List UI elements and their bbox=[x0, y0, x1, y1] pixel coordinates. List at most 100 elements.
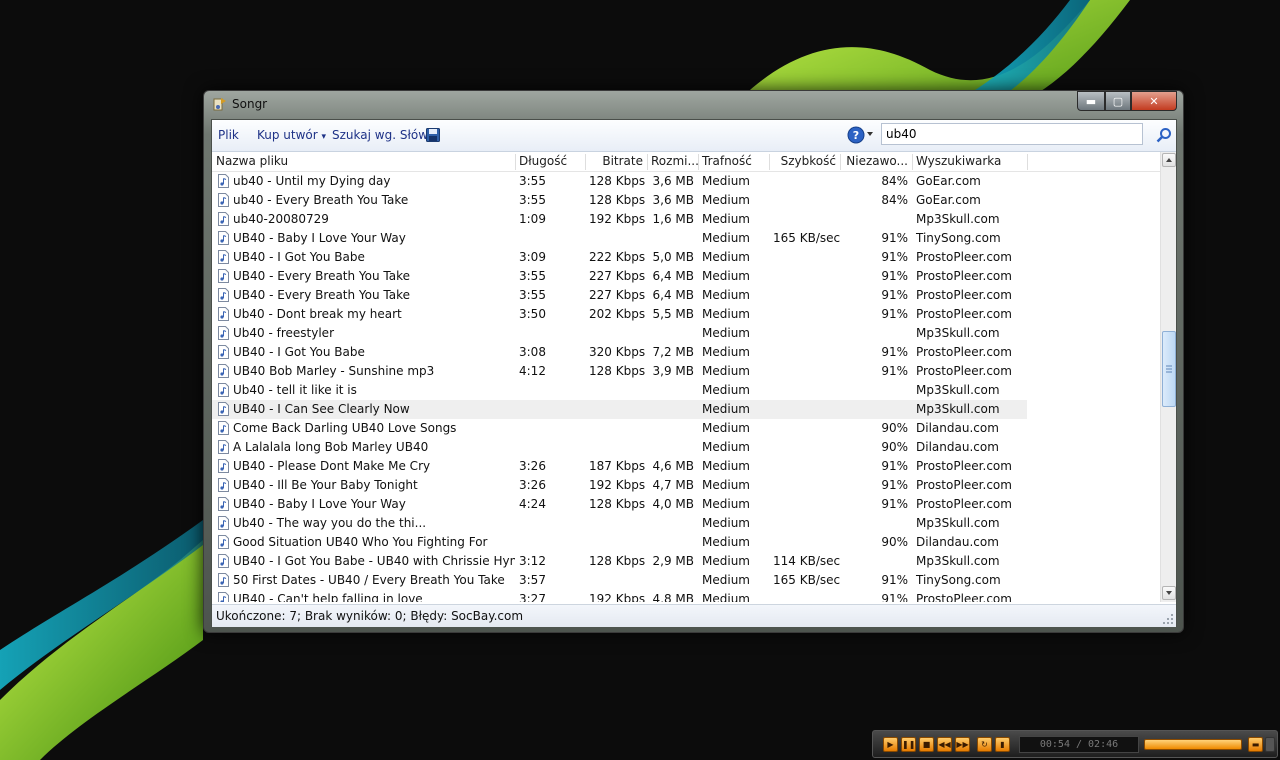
col-filename: Ub40 - freestyler bbox=[233, 326, 334, 340]
title-bar[interactable]: Songr ▬ ▢ ✕ bbox=[204, 91, 1183, 117]
vertical-scrollbar[interactable] bbox=[1160, 152, 1176, 602]
col-size: 2,9 MB bbox=[652, 554, 694, 568]
table-row[interactable]: UB40 - I Got You Babe 3:08 320 Kbps 7,2 MB M… bbox=[212, 343, 1160, 362]
column-separator[interactable] bbox=[698, 154, 699, 170]
column-header-engine[interactable]: Wyszukiwarka bbox=[912, 152, 1027, 171]
pause-icon[interactable]: ❚❚ bbox=[901, 737, 916, 752]
col-relevance: Medium bbox=[702, 174, 750, 188]
table-row[interactable]: 50 First Dates - UB40 / Every Breath You… bbox=[212, 571, 1160, 590]
col-size: 4,8 MB bbox=[652, 592, 694, 602]
column-separator[interactable] bbox=[515, 154, 516, 170]
table-row[interactable]: ub40 - Every Breath You Take 3:55 128 Kbps… bbox=[212, 191, 1160, 210]
table-row[interactable]: UB40 Bob Marley - Sunshine mp3 4:12 128 Kb… bbox=[212, 362, 1160, 381]
save-icon[interactable] bbox=[426, 128, 440, 142]
column-separator[interactable] bbox=[769, 154, 770, 170]
table-row[interactable]: Good Situation UB40 Who You Fighting For… bbox=[212, 533, 1160, 552]
next-icon[interactable]: ▶▶ bbox=[955, 737, 970, 752]
column-separator[interactable] bbox=[912, 154, 913, 170]
table-row[interactable]: Ub40 - freestyler Medium Mp3Skull.com bbox=[212, 324, 1160, 343]
col-reliability: 90% bbox=[881, 440, 908, 454]
col-length bbox=[515, 400, 585, 419]
column-header-relevance[interactable]: Trafność bbox=[698, 152, 769, 171]
column-header-reliability[interactable]: Niezawo... bbox=[840, 152, 912, 171]
column-separator[interactable] bbox=[585, 154, 586, 170]
equalizer-icon[interactable]: ▮ bbox=[995, 737, 1010, 752]
col-relevance: Medium bbox=[702, 250, 750, 264]
search-icon[interactable] bbox=[1156, 127, 1172, 143]
col-engine: ProstoPleer.com bbox=[916, 307, 1012, 321]
table-row[interactable]: UB40 - I Got You Babe - UB40 with Chriss… bbox=[212, 552, 1160, 571]
column-header-filename[interactable]: Nazwa pliku bbox=[212, 152, 515, 171]
col-filename: Ub40 - The way you do the thi... bbox=[233, 516, 427, 530]
player-edge-icon[interactable] bbox=[1265, 737, 1275, 752]
play-icon[interactable]: ▶ bbox=[883, 737, 898, 752]
col-filename: ub40 - Until my Dying day bbox=[233, 174, 391, 188]
col-engine: ProstoPleer.com bbox=[916, 592, 1012, 602]
col-speed bbox=[769, 343, 840, 362]
scroll-down-button[interactable] bbox=[1162, 586, 1176, 600]
col-filename: UB40 - Can't help falling in love bbox=[233, 592, 423, 602]
client-area: Plik Kup utwór ▾ Szukaj wg. Słów ? Nazwa… bbox=[211, 119, 1177, 627]
table-row[interactable]: ub40-20080729 1:09 192 Kbps 1,6 MB Medium Mp3… bbox=[212, 210, 1160, 229]
stop-icon[interactable]: ■ bbox=[919, 737, 934, 752]
table-row[interactable]: UB40 - Baby I Love Your Way 4:24 128 Kbps 4… bbox=[212, 495, 1160, 514]
minimize-button[interactable]: ▬ bbox=[1077, 91, 1105, 111]
column-separator[interactable] bbox=[647, 154, 648, 170]
column-header-speed[interactable]: Szybkość bbox=[769, 152, 840, 171]
table-row[interactable]: UB40 - Can't help falling in love 3:27 192… bbox=[212, 590, 1160, 602]
help-icon[interactable]: ? bbox=[847, 126, 865, 144]
col-length: 3:09 bbox=[519, 250, 546, 264]
column-header-bitrate[interactable]: Bitrate bbox=[585, 152, 647, 171]
scroll-up-button[interactable] bbox=[1162, 153, 1176, 167]
results-list[interactable]: Nazwa pliku Długość Bitrate Rozmi... Trafnoś… bbox=[212, 152, 1176, 602]
col-relevance: Medium bbox=[702, 288, 750, 302]
close-button[interactable]: ✕ bbox=[1131, 91, 1177, 111]
col-length bbox=[515, 381, 585, 400]
search-input[interactable] bbox=[881, 123, 1143, 145]
volume-slider[interactable] bbox=[1144, 739, 1242, 750]
previous-icon[interactable]: ◀◀ bbox=[937, 737, 952, 752]
repeat-icon[interactable]: ↻ bbox=[977, 737, 992, 752]
music-file-icon bbox=[218, 288, 229, 302]
col-filename: UB40 Bob Marley - Sunshine mp3 bbox=[233, 364, 435, 378]
column-separator[interactable] bbox=[1027, 154, 1028, 170]
col-relevance: Medium bbox=[702, 516, 750, 530]
col-engine: ProstoPleer.com bbox=[916, 250, 1012, 264]
col-speed bbox=[769, 400, 840, 419]
table-row[interactable]: Come Back Darling UB40 Love Songs Medium 9… bbox=[212, 419, 1160, 438]
table-row[interactable]: UB40 - Baby I Love Your Way Medium 165 KB/… bbox=[212, 229, 1160, 248]
col-speed bbox=[769, 476, 840, 495]
table-row[interactable]: UB40 - I Can See Clearly Now Medium Mp3Sku… bbox=[212, 400, 1160, 419]
table-row[interactable]: Ub40 - Dont break my heart 3:50 202 Kbps 5,… bbox=[212, 305, 1160, 324]
chevron-down-icon[interactable] bbox=[867, 132, 873, 136]
table-row[interactable]: UB40 - Every Breath You Take 3:55 227 Kbps… bbox=[212, 286, 1160, 305]
maximize-button[interactable]: ▢ bbox=[1105, 91, 1131, 111]
chevron-down-icon bbox=[1166, 591, 1172, 595]
table-row[interactable]: UB40 - Every Breath You Take 3:55 227 Kbps… bbox=[212, 267, 1160, 286]
music-file-icon bbox=[218, 592, 229, 602]
table-row[interactable]: ub40 - Until my Dying day 3:55 128 Kbps 3,6… bbox=[212, 172, 1160, 191]
col-size: 3,9 MB bbox=[652, 364, 694, 378]
minimize-player-icon[interactable]: ▬ bbox=[1248, 737, 1263, 752]
col-reliability: 91% bbox=[881, 231, 908, 245]
table-row[interactable]: Ub40 - tell it like it is Medium Mp3Skull.… bbox=[212, 381, 1160, 400]
menu-file[interactable]: Plik bbox=[218, 128, 239, 142]
table-row[interactable]: A Lalalala long Bob Marley UB40 Medium 90%… bbox=[212, 438, 1160, 457]
col-reliability: 90% bbox=[881, 421, 908, 435]
scroll-thumb[interactable] bbox=[1162, 331, 1176, 407]
column-header-size[interactable]: Rozmi... bbox=[647, 152, 698, 171]
column-header-length[interactable]: Długość bbox=[515, 152, 585, 171]
table-row[interactable]: UB40 - Please Dont Make Me Cry 3:26 187 Kb… bbox=[212, 457, 1160, 476]
col-engine: ProstoPleer.com bbox=[916, 364, 1012, 378]
col-length: 3:57 bbox=[519, 573, 546, 587]
column-separator[interactable] bbox=[840, 154, 841, 170]
resize-grip-icon[interactable] bbox=[1162, 613, 1174, 625]
table-row[interactable]: UB40 - Ill Be Your Baby Tonight 3:26 192 K… bbox=[212, 476, 1160, 495]
table-row[interactable]: UB40 - I Got You Babe 3:09 222 Kbps 5,0 MB M… bbox=[212, 248, 1160, 267]
col-speed bbox=[769, 533, 840, 552]
col-size: 3,6 MB bbox=[652, 174, 694, 188]
menu-search-by-words[interactable]: Szukaj wg. Słów bbox=[332, 128, 428, 142]
table-row[interactable]: Ub40 - The way you do the thi... Medium Mp… bbox=[212, 514, 1160, 533]
col-length bbox=[515, 438, 585, 457]
menu-buy-track[interactable]: Kup utwór ▾ bbox=[257, 128, 326, 142]
